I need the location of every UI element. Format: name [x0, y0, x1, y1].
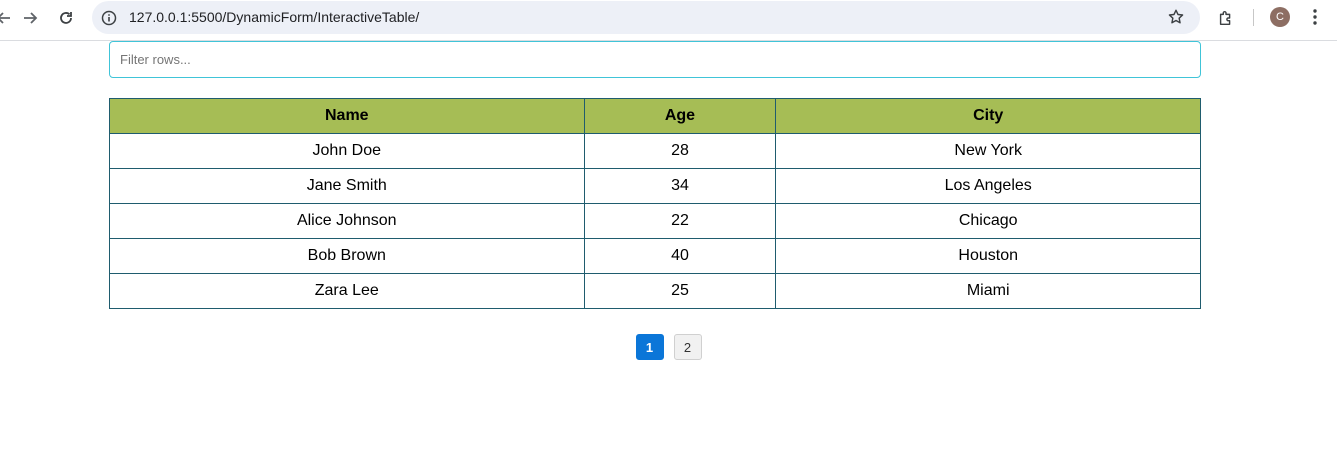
table-header-row: Name Age City — [109, 98, 1201, 134]
cell-age: 40 — [583, 238, 777, 274]
cell-age: 34 — [583, 168, 777, 204]
bookmark-star-icon[interactable] — [1166, 7, 1186, 27]
cell-age: 22 — [583, 203, 777, 239]
reload-icon[interactable] — [52, 4, 80, 32]
forward-arrow-icon[interactable] — [16, 4, 44, 32]
toolbar-divider — [1253, 9, 1254, 26]
table-row: Jane Smith 34 Los Angeles — [109, 168, 1201, 204]
extensions-puzzle-icon[interactable] — [1214, 6, 1238, 30]
filter-rows-input[interactable] — [109, 41, 1201, 78]
data-table: Name Age City John Doe 28 New York Jane … — [109, 98, 1201, 309]
cell-city: New York — [775, 133, 1201, 169]
cell-age: 25 — [583, 273, 777, 309]
cell-name: Alice Johnson — [109, 203, 585, 239]
column-header-name[interactable]: Name — [109, 98, 585, 134]
table-row: Alice Johnson 22 Chicago — [109, 203, 1201, 239]
cell-city: Chicago — [775, 203, 1201, 239]
cell-name: Bob Brown — [109, 238, 585, 274]
cell-name: Zara Lee — [109, 273, 585, 309]
url-text[interactable]: 127.0.0.1:5500/DynamicForm/InteractiveTa… — [129, 9, 419, 25]
table-row: Bob Brown 40 Houston — [109, 238, 1201, 274]
cell-city: Houston — [775, 238, 1201, 274]
site-info-icon[interactable] — [100, 9, 117, 26]
cell-name: John Doe — [109, 133, 585, 169]
cell-city: Miami — [775, 273, 1201, 309]
table-row: John Doe 28 New York — [109, 133, 1201, 169]
column-header-city[interactable]: City — [775, 98, 1201, 134]
pagination: 1 2 — [0, 334, 1337, 360]
address-bar[interactable]: 127.0.0.1:5500/DynamicForm/InteractiveTa… — [92, 1, 1200, 34]
table-row: Zara Lee 25 Miami — [109, 273, 1201, 309]
cell-city: Los Angeles — [775, 168, 1201, 204]
page-button-2[interactable]: 2 — [673, 334, 702, 360]
page-button-1[interactable]: 1 — [635, 334, 664, 360]
cell-age: 28 — [583, 133, 777, 169]
kebab-menu-icon[interactable] — [1305, 6, 1325, 28]
browser-toolbar: 127.0.0.1:5500/DynamicForm/InteractiveTa… — [0, 0, 1337, 41]
column-header-age[interactable]: Age — [583, 98, 777, 134]
cell-name: Jane Smith — [109, 168, 585, 204]
profile-avatar[interactable]: C — [1270, 7, 1290, 27]
